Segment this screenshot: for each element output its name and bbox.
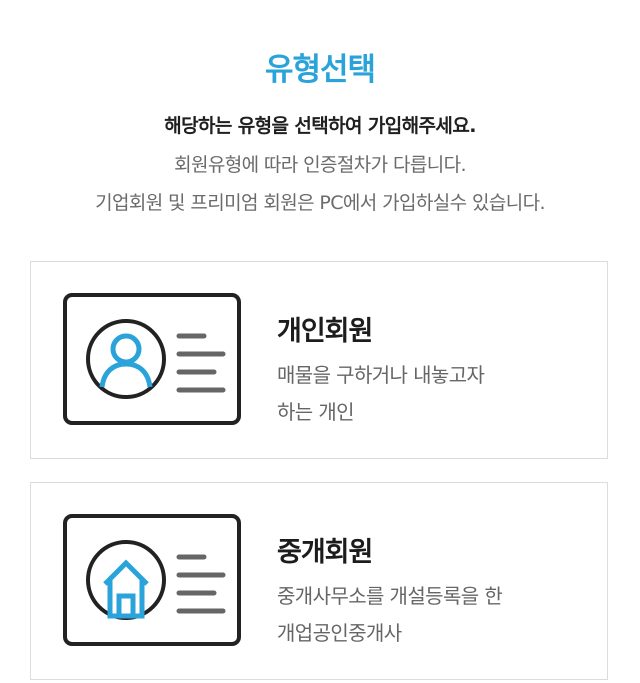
person-icon bbox=[86, 319, 226, 399]
note-line-2: 기업회원 및 프리미엄 회원은 PC에서 가입하실수 있습니다. bbox=[95, 192, 545, 214]
card-desc-line-2: 개업공인중개사 bbox=[277, 621, 402, 645]
card-desc-line-1: 중개사무소를 개설등록을 한 bbox=[277, 584, 503, 608]
card-title: 중개회원 bbox=[277, 537, 373, 568]
id-card-icon bbox=[63, 293, 241, 425]
house-icon bbox=[86, 540, 226, 620]
card-desc-line-2: 하는 개인 bbox=[277, 400, 355, 424]
page-title: 유형선택 bbox=[264, 52, 376, 88]
individual-member-card[interactable]: 개인회원 매물을 구하거나 내놓고자 하는 개인 bbox=[30, 261, 608, 459]
instruction-text: 해당하는 유형을 선택하여 가입해주세요. bbox=[164, 115, 476, 137]
note-line-1: 회원유형에 따라 인증절차가 다릅니다. bbox=[174, 154, 466, 176]
card-desc-line-1: 매물을 구하거나 내놓고자 bbox=[277, 363, 485, 387]
broker-member-card[interactable]: 중개회원 중개사무소를 개설등록을 한 개업공인중개사 bbox=[30, 482, 608, 680]
id-card-icon bbox=[63, 514, 241, 646]
card-title: 개인회원 bbox=[277, 316, 373, 347]
